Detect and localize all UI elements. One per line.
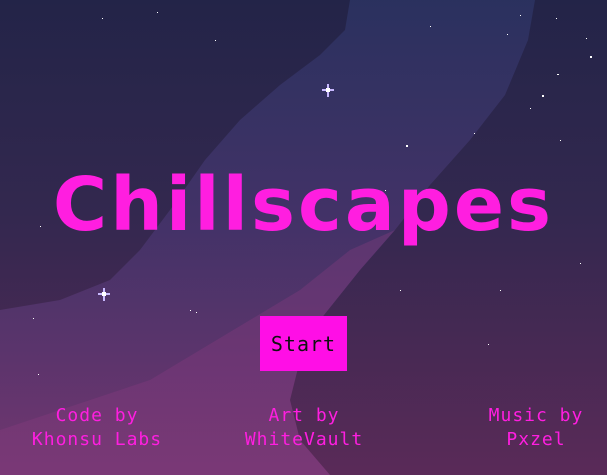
game-title: Chillscapes	[52, 162, 555, 248]
credit-code-heading: Code by	[55, 405, 139, 426]
credit-code-name: Khonsu Labs	[31, 429, 163, 450]
credit-art: Art by WhiteVault	[234, 404, 374, 452]
credit-code: Code by Khonsu Labs	[22, 404, 172, 452]
credit-music: Music by Pxzel	[476, 404, 596, 452]
credit-art-name: WhiteVault	[244, 429, 364, 450]
credit-music-name: Pxzel	[506, 429, 566, 450]
credit-art-heading: Art by	[268, 405, 340, 426]
title-screen: Chillscapes Start Code by Khonsu Labs Ar…	[0, 0, 607, 475]
start-button[interactable]: Start	[260, 316, 347, 371]
credit-music-heading: Music by	[488, 405, 584, 426]
